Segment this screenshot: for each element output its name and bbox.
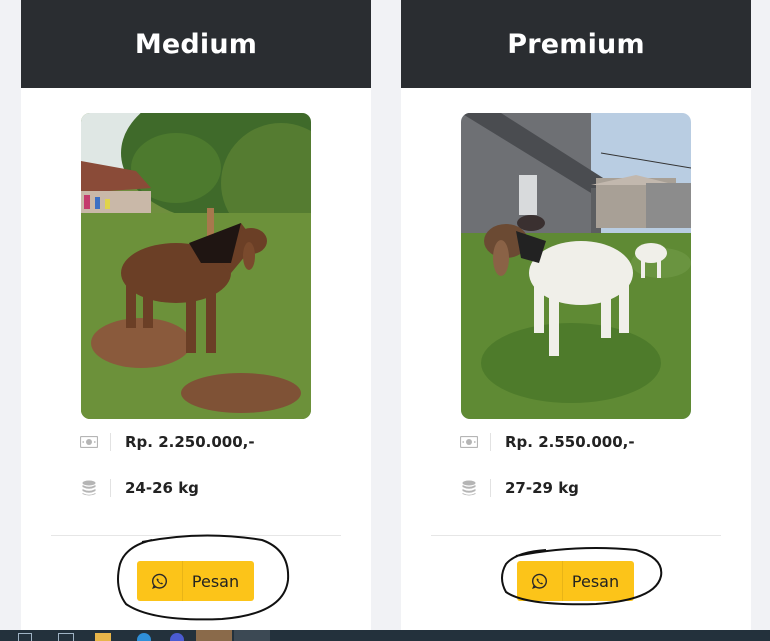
chrome-icon[interactable]: [234, 630, 270, 641]
weight-text: 27-29 kg: [505, 479, 579, 497]
weight-row: 27-29 kg: [459, 476, 579, 500]
product-card-medium: Medium Rp. 2.250.000,- 24-26 kg Pesan: [21, 0, 371, 630]
money-icon: [459, 432, 479, 452]
card-divider: [51, 535, 341, 536]
product-card-premium: Premium Rp. 2.550.000,- 27-29 kg Pesan: [401, 0, 751, 630]
whatsapp-icon: [137, 561, 183, 601]
money-icon: [79, 432, 99, 452]
taskbar: [0, 630, 770, 641]
separator: [110, 479, 111, 497]
goat-photo: [461, 113, 691, 419]
price-text: Rp. 2.550.000,-: [505, 433, 635, 451]
weight-text: 24-26 kg: [125, 479, 199, 497]
whatsapp-icon: [517, 561, 563, 601]
app-icon[interactable]: [170, 633, 184, 641]
card-title: Premium: [507, 28, 645, 60]
order-button[interactable]: Pesan: [137, 561, 254, 601]
goat-photo: [81, 113, 311, 419]
card-header: Premium: [401, 0, 751, 88]
price-row: Rp. 2.250.000,-: [79, 430, 255, 454]
order-button-label: Pesan: [191, 571, 240, 591]
edge-icon[interactable]: [137, 633, 151, 641]
taskview-icon[interactable]: [58, 633, 74, 641]
card-header: Medium: [21, 0, 371, 88]
coins-stack-icon: [459, 478, 479, 498]
separator: [110, 433, 111, 451]
card-title: Medium: [134, 28, 258, 60]
separator: [490, 479, 491, 497]
active-app-icon[interactable]: [196, 630, 232, 641]
separator: [490, 433, 491, 451]
price-row: Rp. 2.550.000,-: [459, 430, 635, 454]
weight-row: 24-26 kg: [79, 476, 199, 500]
card-divider: [431, 535, 721, 536]
coins-stack-icon: [79, 478, 99, 498]
price-text: Rp. 2.250.000,-: [125, 433, 255, 451]
order-button-label: Pesan: [571, 571, 620, 591]
start-icon[interactable]: [18, 633, 32, 641]
order-button[interactable]: Pesan: [517, 561, 634, 601]
folder-icon[interactable]: [95, 633, 111, 641]
